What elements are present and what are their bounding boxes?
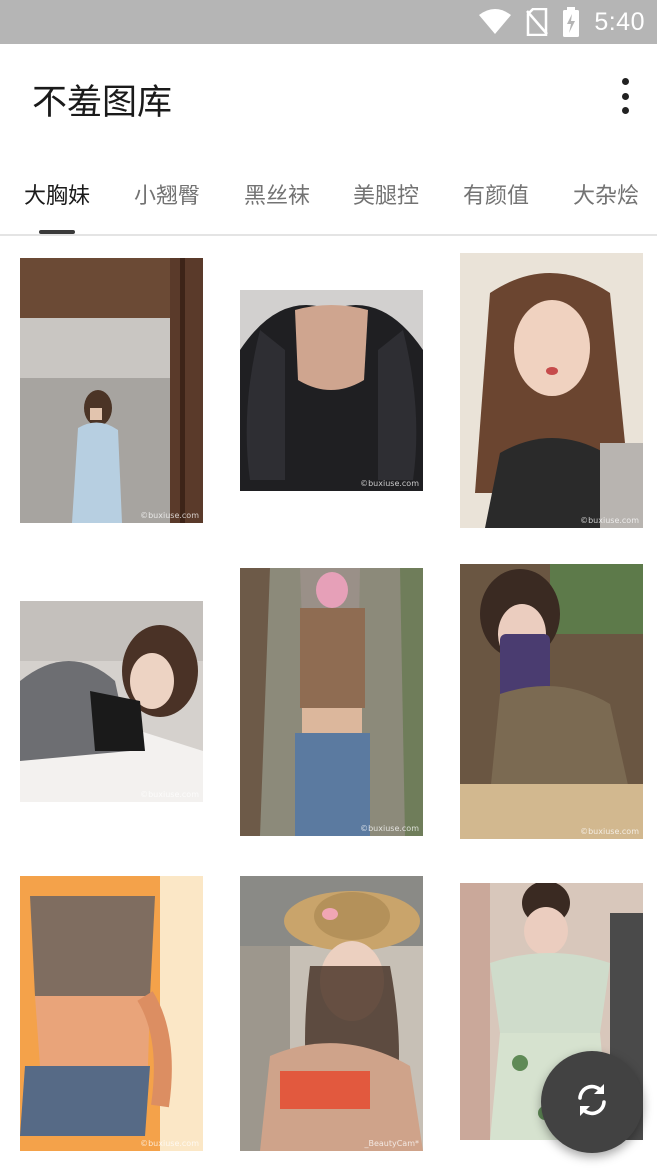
watermark: ©buxiuse.com [360, 824, 419, 833]
menu-dot [621, 107, 629, 114]
menu-dot [621, 78, 629, 85]
tab-miscellaneous[interactable]: 大杂烩 [573, 178, 639, 210]
status-bar: 5:40 [0, 0, 657, 44]
refresh-button[interactable] [541, 1051, 643, 1153]
photo-thumbnail[interactable]: ©buxiuse.com [20, 258, 203, 523]
watermark: ©buxiuse.com [580, 516, 639, 525]
photo-grid: ©buxiuse.com ©buxiuse.com ©buxiuse.com ©… [0, 238, 657, 1170]
app-bar: 不羞图库 [0, 44, 657, 148]
more-vert-icon[interactable] [615, 78, 635, 114]
battery-charging-icon [562, 7, 580, 37]
tab-small-hips[interactable]: 小翘臀 [134, 178, 200, 210]
tab-pretty-face[interactable]: 有颜值 [463, 178, 529, 210]
photo-thumbnail[interactable]: ©buxiuse.com [460, 253, 643, 528]
status-time: 5:40 [594, 7, 645, 36]
photo-thumbnail[interactable]: ©buxiuse.com [240, 290, 423, 491]
tab-big-chest[interactable]: 大胸妹 [24, 178, 90, 210]
wifi-icon [478, 9, 512, 35]
watermark: ©buxiuse.com [360, 479, 419, 488]
no-sim-icon [526, 8, 549, 36]
menu-dot [621, 92, 629, 100]
watermark: ©buxiuse.com [140, 511, 199, 520]
watermark: ©buxiuse.com [140, 1139, 199, 1148]
watermark: ©buxiuse.com [140, 790, 199, 799]
watermark: _BeautyCam* [364, 1139, 419, 1148]
watermark: ©buxiuse.com [580, 827, 639, 836]
photo-thumbnail[interactable]: _BeautyCam* [240, 876, 423, 1151]
category-tabs: 大胸妹 小翘臀 黑丝袜 美腿控 有颜值 大杂烩 [0, 148, 657, 236]
photo-thumbnail[interactable]: ©buxiuse.com [240, 568, 423, 836]
tab-indicator [39, 230, 75, 234]
photo-thumbnail[interactable]: ©buxiuse.com [20, 876, 203, 1151]
photo-thumbnail[interactable]: ©buxiuse.com [460, 564, 643, 839]
app-title: 不羞图库 [32, 83, 173, 123]
tab-legs[interactable]: 美腿控 [353, 178, 419, 210]
refresh-icon [572, 1080, 612, 1124]
status-icons: 5:40 [478, 0, 645, 44]
tab-black-stockings[interactable]: 黑丝袜 [244, 178, 310, 210]
photo-thumbnail[interactable]: ©buxiuse.com [20, 601, 203, 802]
